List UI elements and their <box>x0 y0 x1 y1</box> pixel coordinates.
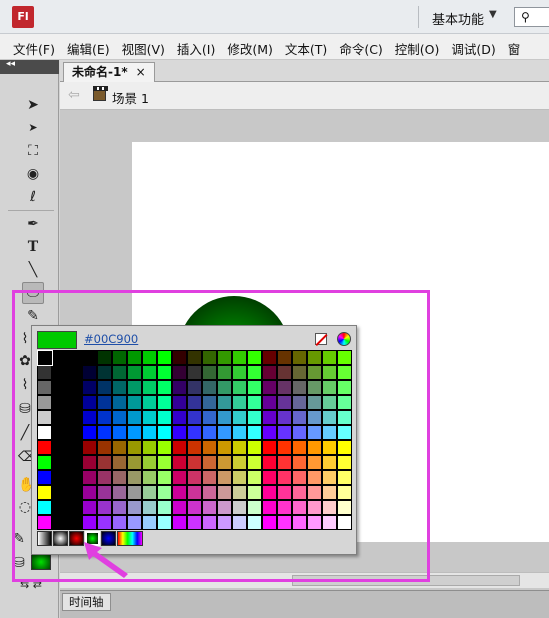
line-tool-icon[interactable]: ╲ <box>22 259 44 281</box>
workspace-switcher[interactable]: 基本功能 <box>432 9 484 28</box>
app-logo: Fl <box>12 6 34 28</box>
menu-view[interactable]: 视图(V) <box>116 34 171 60</box>
lasso-tool-icon[interactable]: ℓ <box>22 186 44 208</box>
menu-text[interactable]: 文本(T) <box>279 34 333 60</box>
scene-clapper-icon <box>93 86 108 101</box>
back-arrow-icon[interactable]: ⇦ <box>68 87 80 103</box>
text-tool-icon[interactable]: T <box>22 236 44 258</box>
subselection-tool-icon[interactable]: ➤ <box>22 117 44 139</box>
menu-edit[interactable]: 编辑(E) <box>61 34 116 60</box>
scene-bar: ⇦ 场景 1 <box>60 82 549 110</box>
3d-rotation-tool-icon[interactable]: ◉ <box>22 163 44 185</box>
title-separator <box>418 6 419 28</box>
scene-label[interactable]: 场景 1 <box>112 88 149 107</box>
search-input[interactable]: ⚲ <box>514 7 549 27</box>
title-bar: Fl 基本功能 ▼ ⚲ <box>0 0 549 34</box>
menu-insert[interactable]: 插入(I) <box>171 34 221 60</box>
tools-header[interactable]: ◂◂ <box>0 59 59 74</box>
menu-control[interactable]: 控制(O) <box>389 34 446 60</box>
free-transform-tool-icon[interactable]: ⛶ <box>22 140 44 162</box>
document-tab-bar: 未命名-1* × <box>60 60 549 82</box>
workspace-dropdown-icon[interactable]: ▼ <box>489 9 497 20</box>
pen-tool-icon[interactable]: ✒ <box>22 213 44 235</box>
menu-window[interactable]: 窗 <box>502 34 527 60</box>
document-tab[interactable]: 未命名-1* × <box>63 62 155 82</box>
collapse-icon[interactable]: ◂◂ <box>6 59 15 69</box>
timeline-tab[interactable]: 时间轴 <box>62 593 111 611</box>
highlight-annotation <box>12 290 430 582</box>
menu-modify[interactable]: 修改(M) <box>221 34 279 60</box>
timeline-panel: 时间轴 <box>60 590 549 618</box>
tool-divider <box>8 210 54 211</box>
annotation-arrow-icon <box>84 542 128 578</box>
menu-commands[interactable]: 命令(C) <box>333 34 388 60</box>
menu-file[interactable]: 文件(F) <box>7 34 61 60</box>
selection-tool-icon[interactable]: ➤ <box>22 94 44 116</box>
menu-bar: 文件(F) 编辑(E) 视图(V) 插入(I) 修改(M) 文本(T) 命令(C… <box>0 34 549 60</box>
document-tab-label: 未命名-1* <box>72 65 128 79</box>
close-icon[interactable]: × <box>136 65 146 79</box>
search-icon: ⚲ <box>521 10 530 24</box>
menu-debug[interactable]: 调试(D) <box>445 34 501 60</box>
